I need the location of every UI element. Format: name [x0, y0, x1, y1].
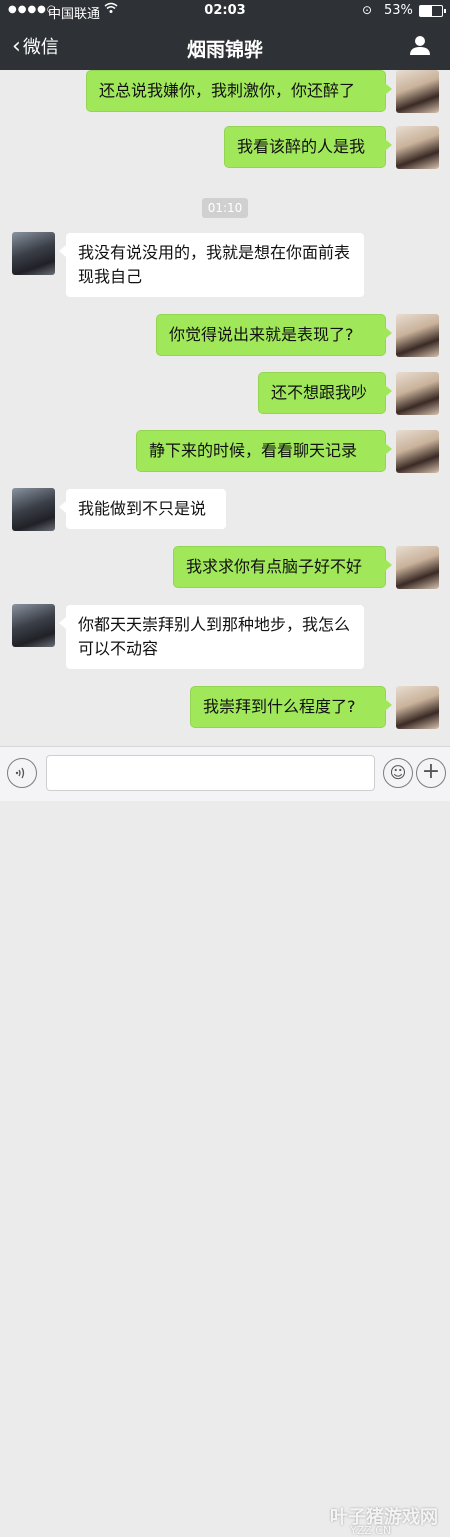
avatar[interactable] [12, 604, 55, 647]
avatar[interactable] [396, 126, 439, 169]
clock: 02:03 [204, 3, 246, 18]
battery-icon [419, 5, 446, 17]
message-bubble-sent[interactable]: 还不想跟我吵 [258, 372, 392, 414]
watermark-url: YZZ.CN [350, 1524, 392, 1537]
input-bar: ☺ + 叶子猪游戏网 YZZ.CN [0, 746, 450, 1537]
message-list[interactable]: 还总说我嫌你，我刺激你，你还醉了 我看该醉的人是我 01:10 我没有说没用的，… [0, 70, 450, 746]
message-bubble-received[interactable]: 你都天天崇拜别人到那种地步，我怎么可以不动容 [59, 604, 365, 670]
message-input[interactable] [46, 755, 375, 791]
battery-percent: 53% [384, 3, 413, 18]
message-bubble-sent[interactable]: 我崇拜到什么程度了? [190, 686, 392, 728]
avatar[interactable] [396, 314, 439, 357]
message-bubble-sent[interactable]: 你觉得说出来就是表现了? [156, 314, 392, 356]
chat-title: 烟雨锦骅 [186, 39, 263, 61]
nav-bar: ‹ 微信 烟雨锦骅 [0, 22, 450, 70]
message-bubble-sent[interactable]: 静下来的时候，看看聊天记录 [136, 430, 392, 472]
person-icon[interactable] [409, 34, 431, 56]
status-bar: ●●●●○ 中国联通 02:03 ⊙ 53% [0, 0, 450, 22]
avatar[interactable] [12, 488, 55, 531]
message-bubble-sent[interactable]: 我看该醉的人是我 [224, 126, 392, 168]
rotation-lock-icon: ⊙ [362, 3, 373, 17]
avatar[interactable] [12, 232, 55, 275]
message-bubble-sent[interactable]: 我求求你有点脑子好不好 [173, 546, 392, 588]
avatar[interactable] [396, 430, 439, 473]
avatar[interactable] [396, 686, 439, 729]
avatar[interactable] [396, 70, 439, 113]
avatar[interactable] [396, 546, 439, 589]
avatar[interactable] [396, 372, 439, 415]
voice-icon[interactable] [7, 758, 37, 788]
message-bubble-received[interactable]: 我没有说没用的，我就是想在你面前表现我自己 [59, 232, 365, 298]
message-bubble-sent[interactable]: 还总说我嫌你，我刺激你，你还醉了 [86, 70, 392, 112]
timestamp: 01:10 [202, 198, 248, 218]
plus-icon[interactable]: + [416, 758, 446, 788]
message-bubble-received[interactable]: 我能做到不只是说 [59, 488, 227, 530]
emoji-icon[interactable]: ☺ [383, 758, 413, 788]
